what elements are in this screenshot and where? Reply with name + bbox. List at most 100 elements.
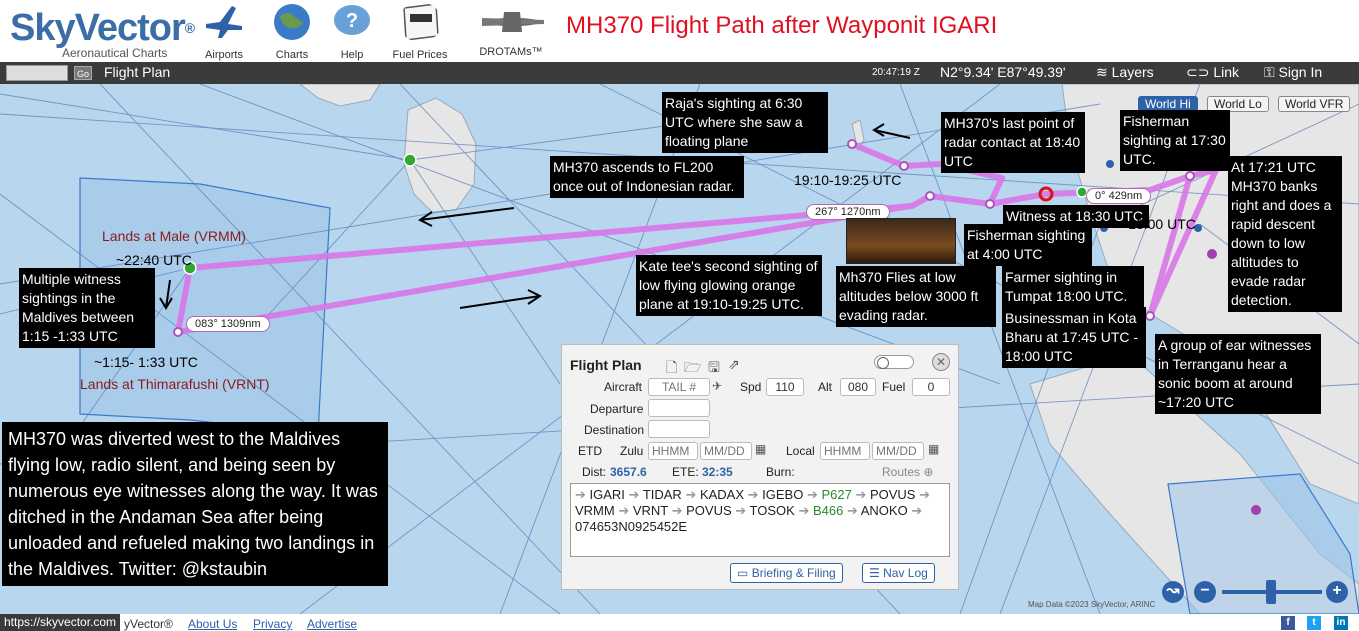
minus-icon: − <box>1200 582 1210 599</box>
route-arrow-icon: ➔ <box>735 503 750 518</box>
dist-label: Dist: <box>582 465 606 479</box>
route-waypoint[interactable]: POVUS <box>870 487 919 502</box>
calendar-icon-local[interactable]: ▦ <box>928 442 939 456</box>
route-waypoint[interactable]: TIDAR <box>643 487 686 502</box>
zulu-date-input[interactable] <box>700 442 752 460</box>
save-icon[interactable]: 🖫 <box>708 357 720 381</box>
route-waypoint[interactable]: IGEBO <box>762 487 807 502</box>
zoom-control: ↝ − + <box>1162 570 1352 610</box>
close-icon: ✕ <box>935 355 947 369</box>
brand-tagline: Aeronautical Charts <box>62 46 168 60</box>
route-waypoint[interactable]: POVUS <box>686 503 735 518</box>
layers-icon: ≋ <box>1096 64 1108 80</box>
layers-button[interactable]: ≋ Layers <box>1096 64 1154 81</box>
page-title: MH370 Flight Path after Wayponit IGARI <box>566 12 998 39</box>
sri-lanka-land <box>403 97 477 213</box>
route-arrow-icon: ➔ <box>806 487 822 502</box>
altitude-input[interactable] <box>840 378 876 396</box>
world-vfr-button[interactable]: World VFR <box>1278 96 1351 112</box>
route-waypoint[interactable]: TOSOK <box>750 503 799 518</box>
skyvector-logo[interactable]: SkyVector® Aeronautical Charts <box>10 7 195 60</box>
nav-airports[interactable]: Airports <box>194 2 254 61</box>
aircraft-label: Aircraft <box>604 380 643 394</box>
link-icon: ⊂⊃ <box>1186 64 1210 80</box>
briefing-filing-button[interactable]: ▭ Briefing & Filing <box>730 563 843 583</box>
route-textarea[interactable]: ➔ IGARI ➔ TIDAR ➔ KADAX ➔ IGEBO ➔ P627 ➔… <box>570 483 950 557</box>
zoom-slider-thumb[interactable] <box>1266 580 1276 604</box>
annotation-fisherman-400: Fisherman sighting at 4:00 UTC <box>964 224 1092 266</box>
local-time-input[interactable] <box>820 442 870 460</box>
route-arrow-icon: ➔ <box>911 503 923 518</box>
panel-toggle-switch[interactable] <box>874 355 914 369</box>
nav-help[interactable]: ? Help <box>322 2 382 61</box>
fuel-input[interactable] <box>912 378 950 396</box>
route-airway[interactable]: P627 <box>821 487 855 502</box>
nav-log-button[interactable]: ☰ Nav Log <box>862 563 935 583</box>
route-arrow-icon: ➔ <box>855 487 870 502</box>
fuel-label: Fuel <box>882 380 906 394</box>
plus-icon: + <box>1332 582 1342 599</box>
annotation-banks-right: At 17:21 UTC MH370 banks right and does … <box>1228 156 1342 312</box>
go-button[interactable]: Go <box>74 66 92 80</box>
etd-label: ETD <box>578 444 602 458</box>
route-waypoint[interactable]: ANOKO <box>861 503 912 518</box>
advertise-link[interactable]: Advertise <box>307 617 357 631</box>
calendar-icon[interactable]: ▦ <box>755 442 766 456</box>
search-input[interactable] <box>6 65 68 81</box>
route-arrow-icon: ➔ <box>575 487 590 502</box>
zulu-label: Zulu <box>620 444 644 458</box>
speed-input[interactable] <box>766 378 804 396</box>
route-waypoint[interactable]: 074653N0925452E <box>575 519 687 534</box>
about-us-link[interactable]: About Us <box>188 617 237 631</box>
destination-input[interactable] <box>648 420 710 438</box>
route-waypoint[interactable]: VRMM <box>575 503 618 518</box>
annotation-flies-low: Mh370 Flies at low altitudes below 3000 … <box>836 266 996 327</box>
route-waypoint[interactable]: VRNT <box>633 503 672 518</box>
routes-button[interactable]: Routes ⊕ <box>882 465 933 479</box>
label-time-2240: ~22:40 UTC <box>116 252 192 268</box>
sign-in-button[interactable]: ⚿ Sign In <box>1264 64 1322 81</box>
measure-tool-button[interactable]: ↝ <box>1162 581 1184 603</box>
annotation-kate-sighting: Kate tee's second sighting of low flying… <box>636 255 822 316</box>
route-waypoint[interactable]: IGARI <box>590 487 629 502</box>
route-arrow-icon: ➔ <box>846 503 861 518</box>
airport-icon <box>206 6 242 38</box>
ete-label: ETE: <box>672 465 699 479</box>
label-lands-thimarafushi: Lands at Thimarafushi (VRNT) <box>80 376 270 392</box>
zulu-time-input[interactable] <box>648 442 698 460</box>
help-bubble-icon: ? <box>334 5 370 35</box>
nav-charts[interactable]: Charts <box>262 2 322 61</box>
route-arrow-icon: ➔ <box>798 503 813 518</box>
nav-drotams[interactable]: DROTAMs™ <box>474 2 548 58</box>
zoom-out-button[interactable]: − <box>1194 581 1216 603</box>
label-time-1910: 19:10-19:25 UTC <box>794 172 902 188</box>
local-date-input[interactable] <box>872 442 924 460</box>
twitter-icon[interactable]: t <box>1307 616 1321 630</box>
departure-input[interactable] <box>648 399 710 417</box>
facebook-icon[interactable]: f <box>1281 616 1295 630</box>
local-label: Local <box>786 444 815 458</box>
route-arrow-icon: ➔ <box>685 487 700 502</box>
zoom-in-button[interactable]: + <box>1326 581 1348 603</box>
footer: https://skyvector.com yVector® About Us … <box>0 614 1359 631</box>
flight-plan-panel: Flight Plan 🗋 🗁 🖫 ⇗ ✕ Aircraft ✈ Spd Alt… <box>561 344 959 590</box>
airplane-icon: ✈ <box>712 379 723 393</box>
privacy-link[interactable]: Privacy <box>253 617 292 631</box>
nav-fuel-prices[interactable]: Fuel Prices <box>390 2 450 61</box>
link-button[interactable]: ⊂⊃ Link <box>1186 64 1239 81</box>
route-waypoint[interactable]: KADAX <box>700 487 748 502</box>
linkedin-icon[interactable]: in <box>1334 616 1348 630</box>
label-lands-male: Lands at Male (VRMM) <box>102 228 246 244</box>
share-icon[interactable]: ⇗ <box>728 356 740 373</box>
aircraft-photo <box>846 218 956 264</box>
aircraft-tail-input[interactable] <box>648 378 710 396</box>
close-panel-button[interactable]: ✕ <box>932 353 950 371</box>
svg-text:?: ? <box>346 10 358 32</box>
brand-name: SkyVector® <box>10 7 195 49</box>
toolbar: Go Flight Plan 20:47:19 Z N2°9.34' E87°4… <box>0 62 1359 84</box>
skyvector-app: SkyVector® Aeronautical Charts Airports … <box>0 0 1359 631</box>
annotation-farmer-sighting: Farmer sighting in Tumpat 18:00 UTC. <box>1002 266 1144 308</box>
route-arrow-icon: ➔ <box>747 487 763 502</box>
route-airway[interactable]: B466 <box>813 503 847 518</box>
flight-plan-toggle[interactable]: Flight Plan <box>104 64 170 80</box>
